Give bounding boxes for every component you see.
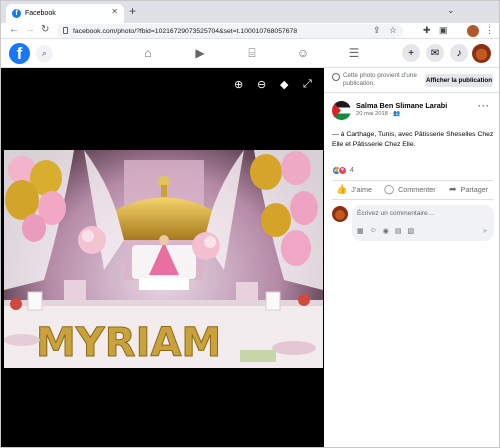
avatar-sticker-icon[interactable]: ▦ [357,227,364,235]
browser-tab[interactable]: f Facebook ✕ [6,4,124,23]
bookmark-star-icon[interactable]: ☆ [389,25,397,36]
share-button[interactable]: ➦ Partager [449,184,488,195]
more-options-icon[interactable]: ··· [478,101,490,111]
friends-audience-icon: 👥 [393,111,401,117]
menu-icon[interactable]: ☰ [347,46,361,60]
back-icon[interactable]: ← [9,24,19,35]
share-arrow-icon: ➦ [449,184,457,194]
post-text: — à Carthage, Tunis, avec Pâtisserie She… [332,131,494,148]
facebook-logo[interactable]: f [9,43,30,64]
messenger-icon[interactable]: ✉ [426,44,444,62]
notifications-icon[interactable]: ♪ [450,44,468,62]
profile-avatar[interactable] [467,25,479,37]
comment-button[interactable]: ◯ Commenter [384,184,436,195]
camera-icon[interactable]: ◉ [383,227,389,235]
show-post-button[interactable]: Afficher la publication [425,74,493,87]
love-reaction-icon: ♥ [338,165,347,175]
divider [332,180,493,181]
info-icon [332,73,340,81]
chevron-down-icon[interactable]: ⌄ [447,5,455,16]
photo-letters: MYRIAM [36,320,221,366]
post-date-text: 20 mai 2018 · [356,111,392,117]
fullscreen-icon[interactable]: ⤢ [303,78,312,91]
sticker-icon[interactable]: ▧ [408,227,415,235]
tab-close-icon[interactable]: ✕ [111,7,118,16]
new-tab-button[interactable]: + [129,4,136,18]
facebook-favicon-icon: f [12,9,21,18]
home-icon[interactable]: ⌂ [141,46,155,60]
post-date[interactable]: 20 mai 2018 · 👥 [356,111,400,117]
comment-tools: ▦ ☺ ◉ ▤ ▧ [357,227,414,235]
tab-strip: f Facebook ✕ + ⌄ [1,1,499,23]
like-label: J’aime [351,185,372,194]
browser-toolbar: ← → ↻ facebook.com/photo/?fbid=102167290… [1,23,499,39]
reaction-count: 4 [350,166,354,174]
divider [324,92,499,93]
side-panel-icon[interactable]: ▣ [439,25,448,36]
commenter-avatar[interactable] [332,206,348,222]
create-button[interactable]: + [402,44,420,62]
account-avatar[interactable] [472,44,491,63]
share-icon[interactable]: ⇪ [373,25,381,36]
tag-icon[interactable]: ◆ [280,78,288,91]
send-icon[interactable]: ➤ [482,227,488,235]
address-bar[interactable]: facebook.com/photo/?fbid=102167290735257… [57,24,403,38]
zoom-in-icon[interactable]: ⊕ [234,78,243,91]
post-panel: Cette photo provient d’une publication. … [324,68,499,447]
emoji-icon[interactable]: ☺ [370,227,377,235]
watch-icon[interactable]: ▶ [193,46,207,60]
party-photo: MYRIAM [4,150,323,432]
tab-title: Facebook [25,10,56,17]
author-avatar[interactable] [332,101,351,120]
reactions-summary[interactable]: 👍 ♥ 4 [332,165,354,175]
like-button[interactable]: 👍 J’aime [336,184,372,195]
photo-image: MYRIAM [4,150,323,432]
comment-placeholder: Écrivez un commentaire… [357,210,435,217]
zoom-out-icon[interactable]: ⊖ [257,78,266,91]
divider [332,199,493,200]
gif-icon[interactable]: ▤ [395,227,402,235]
photo-notice: Cette photo provient d’une publication. [343,72,417,87]
browser-window: f Facebook ✕ + ⌄ ← → ↻ facebook.com/phot… [0,0,500,448]
photo-viewer: ⊕ ⊖ ◆ ⤢ MYRIAM [1,68,324,447]
comment-icon: ◯ [384,184,395,194]
facebook-header: f ⌕ ⌂ ▶ ⌸ ☺ ☰ + ✉ ♪ [1,39,499,68]
comment-input[interactable]: Écrivez un commentaire… ▦ ☺ ◉ ▤ ▧ ➤ [352,205,494,241]
forward-icon[interactable]: → [25,24,35,35]
thumbs-up-icon: 👍 [336,184,348,194]
extensions-icon[interactable]: ✚ [423,25,431,36]
post-actions: 👍 J’aime ◯ Commenter ➦ Partager [324,182,499,199]
comment-label: Commenter [398,185,436,194]
marketplace-icon[interactable]: ⌸ [245,46,259,60]
groups-icon[interactable]: ☺ [296,46,310,60]
share-label: Partager [460,185,489,194]
search-icon[interactable]: ⌕ [36,45,53,62]
author-name[interactable]: Salma Ben Slimane Larabi [356,101,447,110]
url-text: facebook.com/photo/?fbid=102167290735257… [73,27,298,35]
lock-icon [63,27,68,34]
browser-menu-icon[interactable]: ⋮ [485,25,494,36]
reload-icon[interactable]: ↻ [41,24,49,35]
